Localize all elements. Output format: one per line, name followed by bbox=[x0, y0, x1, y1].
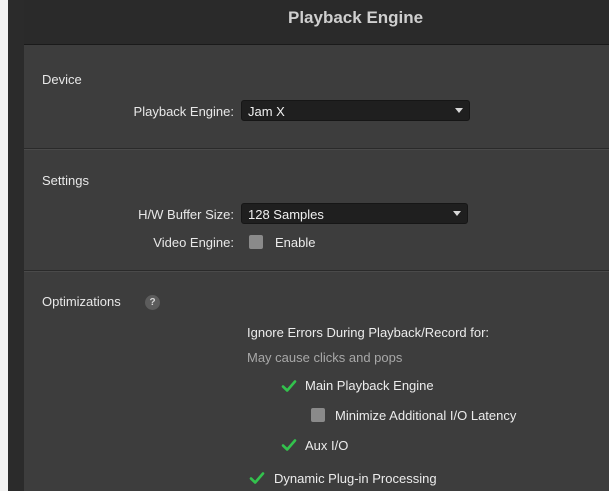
main-playback-engine-checkbox[interactable] bbox=[281, 378, 297, 394]
minimize-io-latency-checkbox[interactable] bbox=[311, 408, 325, 422]
dropdown-arrow-icon bbox=[455, 108, 463, 113]
aux-io-checkbox[interactable] bbox=[281, 437, 297, 453]
ignore-errors-heading: Ignore Errors During Playback/Record for… bbox=[247, 325, 490, 340]
background-window-edge bbox=[0, 0, 8, 491]
minimize-io-latency-label: Minimize Additional I/O Latency bbox=[335, 408, 517, 423]
dropdown-arrow-icon bbox=[453, 211, 461, 216]
window-titlebar: Playback Engine bbox=[24, 0, 609, 45]
video-engine-label: Video Engine: bbox=[153, 235, 234, 250]
ignore-errors-note: May cause clicks and pops bbox=[247, 350, 403, 365]
device-section-title: Device bbox=[42, 72, 82, 87]
video-engine-checkbox[interactable] bbox=[249, 235, 263, 249]
video-engine-option-label: Enable bbox=[275, 235, 316, 250]
playback-engine-label: Playback Engine: bbox=[133, 104, 234, 119]
dynamic-plugin-processing-checkbox[interactable] bbox=[249, 470, 265, 486]
aux-io-label: Aux I/O bbox=[305, 438, 349, 453]
buffer-size-label: H/W Buffer Size: bbox=[138, 207, 234, 222]
buffer-size-value: 128 Samples bbox=[248, 207, 324, 222]
optimizations-section-title: Optimizations bbox=[42, 294, 121, 309]
help-icon[interactable]: ? bbox=[145, 295, 160, 310]
buffer-size-dropdown[interactable]: 128 Samples bbox=[241, 203, 468, 224]
window-title: Playback Engine bbox=[288, 8, 424, 27]
playback-engine-value: Jam X bbox=[248, 104, 285, 119]
dialog-content: Device Playback Engine: Jam X Settings H… bbox=[24, 45, 609, 491]
settings-section-title: Settings bbox=[42, 173, 89, 188]
playback-engine-dropdown[interactable]: Jam X bbox=[241, 100, 470, 121]
section-divider bbox=[24, 148, 609, 149]
dynamic-plugin-processing-label: Dynamic Plug-in Processing bbox=[274, 471, 437, 486]
window-left-border bbox=[8, 0, 24, 491]
section-divider bbox=[24, 270, 609, 271]
main-playback-engine-label: Main Playback Engine bbox=[305, 378, 434, 393]
playback-engine-window: Playback Engine Device Playback Engine: … bbox=[0, 0, 609, 491]
